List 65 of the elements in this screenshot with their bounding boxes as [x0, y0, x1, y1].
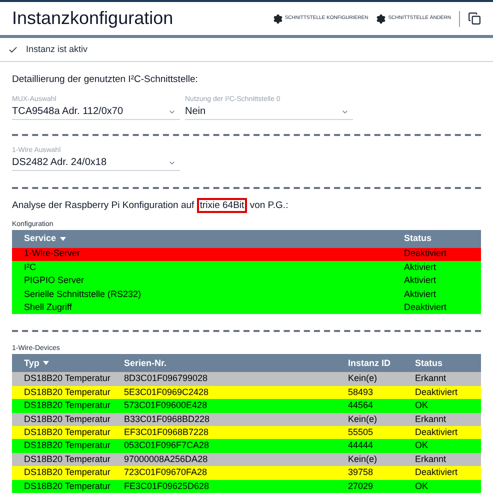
window-title: Instanzkonfiguration	[12, 7, 174, 30]
sort-icon	[43, 361, 50, 366]
table-cell-text: 723C01F09670FA28	[124, 466, 208, 480]
table-cell-text: Deaktiviert	[415, 466, 459, 480]
table-cell-text: Shell Zugriff	[23, 301, 73, 314]
table-cell-text: 5E3C01F0969C2428	[124, 386, 210, 399]
table-cell-text: 55505	[348, 426, 374, 439]
table-cell-text: DS18B20 Temperatur	[23, 386, 112, 399]
table-cell-text: 573C01F09600E428	[124, 399, 208, 412]
table-cell-text: DS18B20 Temperatur	[23, 426, 112, 439]
status-text: Instanz ist aktiv	[26, 42, 88, 56]
table-cell-text: B33C01F0968BD228	[124, 412, 211, 426]
column-header[interactable]: Service	[12, 232, 404, 246]
table-cell-text: DS18B20 Temperatur	[23, 412, 112, 426]
select-field[interactable]: DS2482 Adr. 24/0x18	[12, 155, 180, 172]
table-cell-text: Aktiviert	[404, 274, 438, 288]
table-cell-text: DS18B20 Temperatur	[23, 480, 112, 493]
table-cell-text: DS18B20 Temperatur	[23, 452, 112, 466]
settings-icon	[272, 14, 283, 24]
table-cell-text: 58493	[348, 386, 374, 399]
table-cell-text: 44564	[348, 399, 374, 412]
analysis-text: Analyse der Raspberry Pi Konfiguration auf trixie 64Bit von P.G.:	[12, 199, 290, 214]
table-cell-text: Kein(e)	[348, 412, 378, 426]
table-cell-text: Kein(e)	[348, 372, 378, 386]
table-cell-text: 27029	[348, 480, 374, 493]
table-cell-text: Erkannt	[415, 412, 448, 426]
table-cell-text: EF3C01F0968B7228	[124, 426, 210, 439]
highlight-frame: trixie 64Bit	[196, 198, 248, 214]
table-cell-text: DS18B20 Temperatur	[23, 372, 112, 386]
column-header[interactable]: Instanz ID	[348, 356, 415, 370]
table-cell-text: FE3C01F09625D628	[124, 480, 210, 493]
table-cell-text: PIGPIO Server	[23, 274, 86, 288]
table-cell-text: Kein(e)	[348, 452, 378, 466]
table-cell-text: Deaktiviert	[415, 386, 459, 399]
column-header[interactable]: Status	[404, 232, 481, 246]
table-cell-text: Aktiviert	[404, 260, 438, 274]
table-cell-text: OK	[415, 399, 430, 412]
column-header[interactable]: Typ	[12, 356, 124, 370]
table-cell-text: 053C01F096F7CA28	[124, 439, 210, 452]
table-cell-text: 8D3C01F096799028	[124, 372, 209, 386]
table-cell-text: I²C	[23, 260, 37, 274]
table-cell-text: 97000008A256DA28	[124, 452, 209, 466]
column-header[interactable]: Serien-Nr.	[124, 356, 348, 370]
table-cell-text: DS18B20 Temperatur	[23, 399, 112, 412]
sort-icon	[60, 236, 66, 240]
table-cell-text: Deaktiviert	[415, 426, 459, 439]
select-field[interactable]: TCA9548a Adr. 112/0x70	[12, 104, 180, 120]
table-cell-text: OK	[415, 439, 430, 452]
section-heading: Detaillierung der genutzten I²C-Schnittstelle:	[12, 73, 199, 87]
table-cell-text: Erkannt	[415, 452, 448, 466]
table-cell-text: Deaktiviert	[404, 301, 448, 314]
table-cell-text: 44444	[348, 439, 374, 452]
table-cell-text: OK	[415, 480, 430, 493]
table-cell-text: 39758	[348, 466, 374, 480]
table-cell-text: Serielle Schnittstelle (RS232)	[23, 288, 142, 301]
select-field[interactable]: Nein	[185, 104, 353, 120]
table-cell-text: DS18B20 Temperatur	[23, 439, 112, 452]
table-cell-text: Aktiviert	[404, 288, 438, 301]
column-header[interactable]: Status	[415, 356, 481, 370]
table-cell-text: DS18B20 Temperatur	[23, 466, 112, 480]
table-cell-text: 1-Wire-Server	[23, 247, 82, 260]
copy-icon[interactable]	[468, 12, 481, 25]
settings-icon	[376, 14, 386, 24]
table-cell-text: Erkannt	[415, 372, 448, 386]
table-cell-text: Deaktiviert	[404, 247, 448, 260]
